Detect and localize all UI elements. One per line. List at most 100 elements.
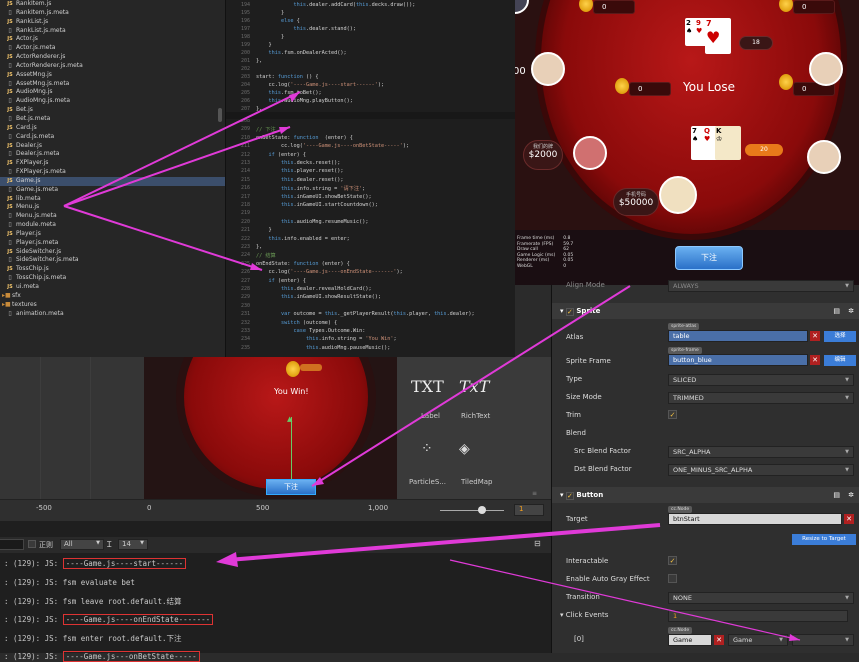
file-tree-item[interactable]: JS lib.meta (0, 195, 225, 204)
code-line[interactable]: this.dealer.stand(); (256, 26, 355, 32)
file-tree-item[interactable]: ▯ module.meta (0, 221, 225, 230)
file-tree-item[interactable]: ▯ TossChip.js.meta (0, 274, 225, 283)
file-tree-item[interactable]: JS Menu.js (0, 203, 225, 212)
file-tree-item[interactable]: ▯ Actor.js.meta (0, 44, 225, 53)
code-line[interactable]: this.inGameUI.showBetState(); (256, 194, 372, 200)
trim-checkbox[interactable]: ✓ (668, 410, 677, 419)
clear-console-icon[interactable]: ⊟ (534, 539, 541, 548)
file-tree-item[interactable]: JS ActorRenderer.js (0, 53, 225, 62)
file-tree-scrollbar[interactable] (218, 108, 222, 122)
label-widget-icon[interactable]: TXT (411, 377, 444, 396)
gear-icon[interactable]: ✲ (848, 487, 854, 503)
auto-gray-checkbox[interactable] (668, 574, 677, 583)
file-tree-item[interactable]: JS Game.js (0, 176, 225, 186)
type-select[interactable]: SLICED (668, 374, 854, 386)
book-icon[interactable]: ▤ (833, 303, 840, 319)
align-mode-select[interactable]: ALWAYS (668, 280, 854, 292)
code-line[interactable]: } (256, 10, 284, 16)
code-line[interactable]: }, (256, 58, 262, 64)
file-tree-item[interactable]: ▯ Card.js.meta (0, 133, 225, 142)
code-line[interactable]: this.info.string = 'You Win'; (256, 336, 397, 342)
sprite-enabled-checkbox[interactable]: ✓ (565, 308, 574, 316)
file-tree-item[interactable]: ▯ Game.js.meta (0, 186, 225, 195)
book-icon[interactable]: ▤ (833, 487, 840, 503)
file-tree-item[interactable]: ▯ FXPlayer.js.meta (0, 168, 225, 177)
code-line[interactable]: cc.log('----Game.js----onBetState-----')… (256, 143, 409, 149)
code-line[interactable]: this.info.enabled = enter; (256, 236, 350, 242)
atlas-field[interactable]: table (668, 330, 808, 342)
event-component-select[interactable]: Game (728, 634, 788, 646)
code-line[interactable]: this.audioMng.playButton(); (256, 98, 353, 104)
file-tree-item[interactable]: ▯ Menu.js.meta (0, 212, 225, 221)
code-line[interactable]: this.decks.reset(); (256, 160, 340, 166)
code-line[interactable]: this.info.string = '请下注'; (256, 185, 365, 192)
file-tree-item[interactable]: ▯ AssetMng.js.meta (0, 80, 225, 89)
code-line[interactable]: this.fsm.onDealerActed(); (256, 50, 347, 56)
code-line[interactable]: case Types.Outcome.Win: (256, 328, 365, 334)
file-tree-item[interactable]: JS Actor.js (0, 35, 225, 44)
code-line[interactable]: // 下注 (256, 126, 276, 133)
file-tree-item[interactable]: JS TossChip.js (0, 265, 225, 274)
move-gizmo-y[interactable] (291, 417, 292, 481)
file-tree-item[interactable]: ▯ SideSwitcher.js.meta (0, 256, 225, 265)
regex-checkbox[interactable] (28, 540, 36, 548)
code-line[interactable]: this.fsm.toBet(); (256, 90, 322, 96)
arrow-up-icon[interactable]: ▲ (287, 415, 292, 423)
file-tree-item[interactable]: JS Card.js (0, 124, 225, 133)
clear-event-node-icon[interactable]: ✕ (714, 635, 724, 645)
console-search-input[interactable] (0, 539, 24, 550)
code-line[interactable]: }, (256, 244, 262, 250)
console-line[interactable]: : (129): JS: fsm enter root.default.下注 (4, 633, 182, 644)
code-line[interactable]: if (enter) { (256, 278, 306, 284)
file-tree-item[interactable]: ▯ Dealer.js.meta (0, 150, 225, 159)
file-tree-item[interactable]: ▯ Player.js.meta (0, 239, 225, 248)
src-blend-select[interactable]: SRC_ALPHA (668, 446, 854, 458)
button-component-header[interactable]: ▾ ✓ Button ▤ ✲ (552, 487, 859, 503)
code-line[interactable]: start: function () { (256, 74, 319, 80)
code-line[interactable]: } (256, 34, 284, 40)
code-line[interactable]: this.audioMng.pauseMusic(); (256, 345, 390, 351)
console-line[interactable]: : (129): JS: ----Game.js----onEndState--… (4, 613, 214, 625)
code-line[interactable]: this.dealer.reset(); (256, 177, 343, 183)
gear-icon[interactable]: ✲ (848, 303, 854, 319)
click-events-count[interactable]: 1 (668, 610, 848, 622)
code-line[interactable]: var outcome = this._getPlayerResult(this… (256, 311, 475, 317)
scene-bet-button[interactable]: 下注 (266, 479, 316, 495)
code-line[interactable]: cc.log('----Game.js----onEndState-------… (256, 269, 402, 275)
zoom-slider-track[interactable] (440, 510, 504, 511)
size-mode-select[interactable]: TRIMMED (668, 392, 854, 404)
file-tree-item[interactable]: ▯ AudioMng.js.meta (0, 97, 225, 106)
clear-target-icon[interactable]: ✕ (844, 514, 854, 524)
code-line[interactable]: if (enter) { (256, 152, 306, 158)
code-line[interactable]: switch (outcome) { (256, 320, 337, 326)
code-line[interactable]: else { (256, 18, 300, 24)
code-line[interactable]: } (256, 42, 271, 48)
code-line[interactable]: this.inGameUI.showResultState(); (256, 294, 381, 300)
event-node-field[interactable]: Game (668, 634, 712, 646)
dst-blend-select[interactable]: ONE_MINUS_SRC_ALPHA (668, 464, 854, 476)
console-line[interactable]: : (129): JS: ----Game.js----start------ (4, 558, 187, 569)
code-line[interactable]: cc.log('----Game.js----start------'); (256, 82, 384, 88)
file-tree-item[interactable]: ▯ RankItem.js.meta (0, 9, 225, 18)
file-tree-item[interactable]: JS FXPlayer.js (0, 159, 225, 168)
code-line[interactable]: this.dealer.revealHoldCard(); (256, 286, 372, 292)
file-tree-item[interactable]: JS SideSwitcher.js (0, 248, 225, 257)
file-tree-item[interactable]: JS Player.js (0, 230, 225, 239)
file-tree-item[interactable]: JS AudioMng.js (0, 88, 225, 97)
code-line[interactable]: this.player.reset(); (256, 168, 343, 174)
code-line[interactable]: onEndState: function (enter) { (256, 261, 350, 267)
file-tree-item[interactable]: ▯ Bet.js.meta (0, 115, 225, 124)
transition-select[interactable]: NONE (668, 592, 854, 604)
log-level-select[interactable]: All ▼ (60, 539, 104, 550)
bet-button[interactable]: 下注 (675, 246, 743, 270)
edit-frame-button[interactable]: 编辑 (824, 355, 856, 366)
clear-atlas-icon[interactable]: ✕ (810, 331, 820, 341)
particle-widget-icon[interactable]: ⁘ (421, 441, 433, 457)
select-atlas-button[interactable]: 选择 (824, 331, 856, 342)
code-editor[interactable]: 194 this.dealer.addCard(this.decks.draw(… (226, 0, 515, 357)
game-preview[interactable]: 0 0 0 0 2 ♠ 9 ♥ 7 ♥ 18 You Lose 7 ♠ Q ♥ K ♔ 20… (515, 0, 859, 285)
clear-frame-icon[interactable]: ✕ (810, 355, 820, 365)
tiledmap-widget-icon[interactable]: ◈ (459, 441, 470, 457)
file-tree-item[interactable]: JS ui.meta (0, 283, 225, 292)
file-tree-item[interactable]: ▸■ sfx (0, 292, 225, 301)
